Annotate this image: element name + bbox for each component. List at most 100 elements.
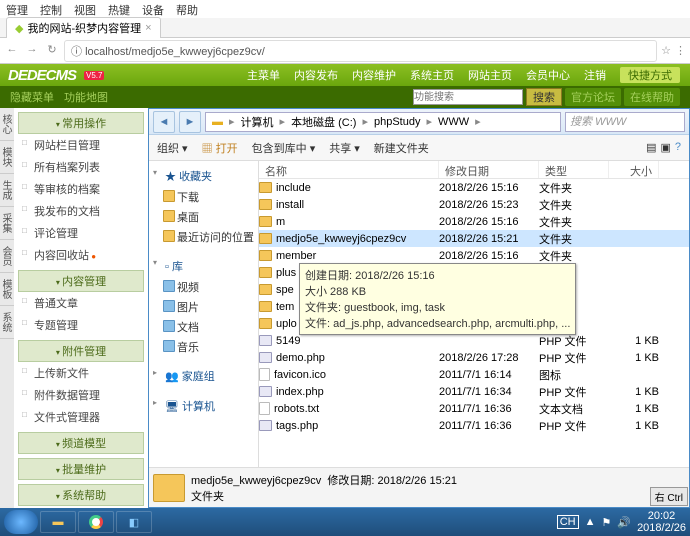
cms-search-button[interactable]: 搜索 [526, 88, 562, 106]
breadcrumb[interactable]: ▬ ▸计算机 ▸本地磁盘 (C:) ▸phpStudy ▸WWW ▸ [205, 112, 561, 132]
sidebar-item[interactable]: 普通文章 [18, 292, 144, 314]
col-type: 类型 [539, 161, 609, 178]
tree-computer[interactable]: 🖥 计算机 [153, 395, 254, 417]
file-row[interactable]: m2018/2/26 15:16文件夹 [259, 213, 689, 230]
include-menu[interactable]: 包含到库中 ▾ [252, 140, 316, 156]
tree-libraries[interactable]: ▫ 库 [153, 255, 254, 277]
menu-item[interactable]: 热键 [108, 2, 130, 16]
task-explorer[interactable]: ▬ [40, 511, 76, 533]
tray-icon[interactable]: ▲ [585, 516, 596, 528]
sidebar-group-header[interactable]: 附件管理 [18, 340, 144, 362]
crumb[interactable]: 本地磁盘 (C:) [289, 114, 358, 130]
vtab[interactable]: 系统 [0, 306, 14, 339]
tree-item[interactable]: 桌面 [153, 207, 254, 227]
file-row[interactable]: install2018/2/26 15:23文件夹 [259, 196, 689, 213]
sidebar-group-header[interactable]: 常用操作 [18, 112, 144, 134]
vtab[interactable]: 生成 [0, 174, 14, 207]
browser-tab[interactable]: ◆ 我的网站-织梦内容管理 × [6, 17, 161, 38]
sidebar-group-header[interactable]: 系统帮助 [18, 484, 144, 506]
sidebar-group-header[interactable]: 频道模型 [18, 432, 144, 454]
preview-icon[interactable]: ▣ [660, 141, 670, 154]
tree-item[interactable]: 下载 [153, 187, 254, 207]
tree-item[interactable]: 图片 [153, 297, 254, 317]
sidebar-item[interactable]: 评论管理 [18, 222, 144, 244]
forum-link[interactable]: 官方论坛 [565, 88, 621, 106]
vtab[interactable]: 核心 [0, 108, 14, 141]
close-icon[interactable]: × [145, 22, 151, 34]
file-row[interactable]: robots.txt2011/7/1 16:36文本文档1 KB [259, 400, 689, 417]
menu-item[interactable]: 帮助 [176, 2, 198, 16]
help-link[interactable]: 在线帮助 [624, 88, 680, 106]
menu-item[interactable]: 视图 [74, 2, 96, 16]
sidebar-group-header[interactable]: 批量维护 [18, 458, 144, 480]
open-button[interactable]: ▦ 打开 [202, 140, 238, 156]
task-app[interactable]: ◧ [116, 511, 152, 533]
nav-link[interactable]: 网站主页 [468, 67, 512, 83]
start-button[interactable] [4, 510, 38, 534]
new-folder[interactable]: 新建文件夹 [374, 140, 429, 156]
tree-homegroup[interactable]: 👥 家庭组 [153, 365, 254, 387]
func-map[interactable]: 功能地图 [64, 89, 108, 105]
column-headers[interactable]: 名称 修改日期 类型 大小 [259, 161, 689, 179]
browser-menu-icon[interactable]: ⋮ [675, 44, 686, 57]
tree-favorites[interactable]: ★ 收藏夹 [153, 165, 254, 187]
cms-search-input[interactable] [413, 89, 523, 105]
file-row[interactable]: member2018/2/26 15:16文件夹 [259, 247, 689, 264]
file-row[interactable]: favicon.ico2011/7/1 16:14图标 [259, 366, 689, 383]
nav-link[interactable]: 系统主页 [410, 67, 454, 83]
sidebar-group-header[interactable]: 内容管理 [18, 270, 144, 292]
vtab[interactable]: 会员 [0, 240, 14, 273]
reload-button[interactable]: ↻ [44, 43, 60, 59]
explorer-back[interactable]: ◄ [153, 111, 175, 133]
address-bar[interactable]: ⓘ localhost/medjo5e_kwweyj6cpez9cv/ [64, 40, 657, 62]
vtab[interactable]: 模板 [0, 273, 14, 306]
file-row[interactable]: include2018/2/26 15:16文件夹 [259, 179, 689, 196]
tree-item[interactable]: 最近访问的位置 [153, 227, 254, 247]
sidebar-item[interactable]: 我发布的文档 [18, 200, 144, 222]
sidebar-item[interactable]: 网站栏目管理 [18, 134, 144, 156]
lang-indicator[interactable]: CH [557, 515, 579, 529]
nav-link[interactable]: 内容维护 [352, 67, 396, 83]
share-menu[interactable]: 共享 ▾ [329, 140, 360, 156]
file-row[interactable]: tags.php2011/7/1 16:36PHP 文件1 KB [259, 417, 689, 434]
file-row[interactable]: medjo5e_kwweyj6cpez9cv2018/2/26 15:21文件夹 [259, 230, 689, 247]
nav-link[interactable]: 主菜单 [247, 67, 280, 83]
back-button[interactable]: ← [4, 43, 20, 59]
hide-menu[interactable]: 隐藏菜单 [10, 89, 54, 105]
menu-item[interactable]: 设备 [142, 2, 164, 16]
vtab[interactable]: 模块 [0, 141, 14, 174]
explorer-search[interactable]: 搜索 WWW [565, 112, 685, 132]
sidebar-item[interactable]: 专题管理 [18, 314, 144, 336]
crumb[interactable]: WWW [436, 116, 471, 128]
sidebar-item[interactable]: 内容回收站 ● [18, 244, 144, 266]
sidebar-item[interactable]: 上传新文件 [18, 362, 144, 384]
crumb[interactable]: phpStudy [372, 116, 422, 128]
nav-link[interactable]: 内容发布 [294, 67, 338, 83]
vtab[interactable]: 采集 [0, 207, 14, 240]
explorer-forward[interactable]: ► [179, 111, 201, 133]
forward-button[interactable]: → [24, 43, 40, 59]
menu-item[interactable]: 管理 [6, 2, 28, 16]
tree-item[interactable]: 音乐 [153, 337, 254, 357]
clock[interactable]: 20:022018/2/26 [637, 510, 686, 534]
quick-link[interactable]: 快捷方式 [620, 67, 680, 83]
file-row[interactable]: demo.php2018/2/26 17:28PHP 文件1 KB [259, 349, 689, 366]
nav-link[interactable]: 注销 [584, 67, 606, 83]
organize-menu[interactable]: 组织 ▾ [157, 140, 188, 156]
sidebar-item[interactable]: 附件数据管理 [18, 384, 144, 406]
menu-item[interactable]: 控制 [40, 2, 62, 16]
help-icon[interactable]: ? [675, 141, 681, 154]
sidebar-item[interactable]: 文件式管理器 [18, 406, 144, 428]
tree-item[interactable]: 视频 [153, 277, 254, 297]
bookmark-icon[interactable]: ☆ [661, 44, 671, 57]
file-row[interactable]: index.php2011/7/1 16:34PHP 文件1 KB [259, 383, 689, 400]
tray-icon[interactable]: ⚑ [601, 516, 611, 529]
nav-link[interactable]: 会员中心 [526, 67, 570, 83]
tree-item[interactable]: 文档 [153, 317, 254, 337]
task-chrome[interactable] [78, 511, 114, 533]
view-icon[interactable]: ▤ [646, 141, 656, 154]
sidebar-item[interactable]: 所有档案列表 [18, 156, 144, 178]
tray-icon[interactable]: 🔊 [617, 516, 631, 529]
crumb[interactable]: 计算机 [239, 114, 276, 130]
sidebar-item[interactable]: 等审核的档案 [18, 178, 144, 200]
